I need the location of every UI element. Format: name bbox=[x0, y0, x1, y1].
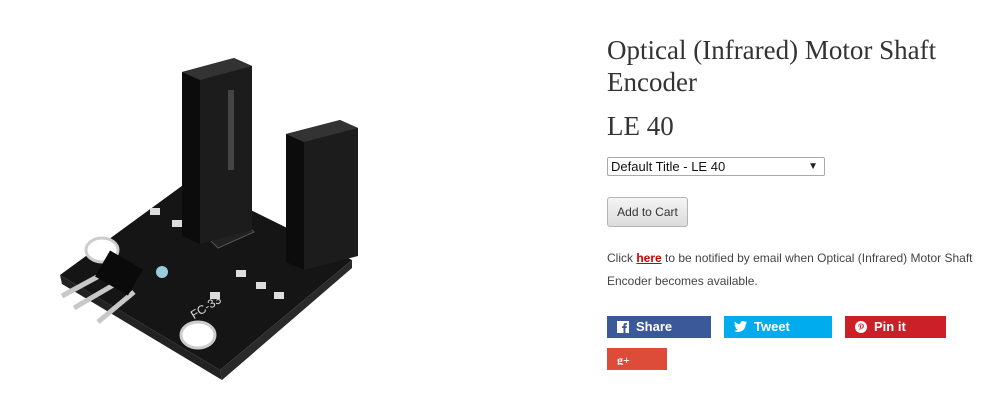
pinterest-share-label: Pin it bbox=[874, 319, 906, 334]
svg-text:g+: g+ bbox=[617, 353, 630, 365]
notify-link[interactable]: here bbox=[636, 251, 661, 265]
notify-suffix: to be notified by email when Optical (In… bbox=[607, 251, 973, 288]
google-plus-icon: g+ bbox=[617, 353, 630, 365]
chevron-down-icon: ▼ bbox=[808, 161, 818, 172]
product-title: Optical (Infrared) Motor Shaft Encoder bbox=[607, 35, 937, 97]
twitter-share-button[interactable]: Tweet bbox=[724, 316, 832, 338]
notify-message: Click here to be notified by email when … bbox=[607, 247, 977, 293]
facebook-share-button[interactable]: Share bbox=[607, 316, 711, 338]
variant-select[interactable]: Default Title - LE 40 ▼ bbox=[607, 157, 825, 176]
pinterest-share-button[interactable]: Pin it bbox=[845, 316, 946, 338]
variant-selected-value: Default Title - LE 40 bbox=[611, 159, 726, 174]
twitter-share-label: Tweet bbox=[754, 319, 790, 334]
product-price: LE 40 bbox=[607, 111, 674, 141]
facebook-share-label: Share bbox=[636, 319, 673, 334]
product-image bbox=[60, 58, 358, 380]
notify-prefix: Click bbox=[607, 251, 637, 265]
pinterest-icon bbox=[855, 320, 867, 333]
add-to-cart-button[interactable]: Add to Cart bbox=[607, 197, 688, 227]
facebook-icon bbox=[617, 320, 629, 333]
google-plus-share-button[interactable]: g+ bbox=[607, 348, 667, 370]
twitter-icon bbox=[734, 321, 747, 333]
